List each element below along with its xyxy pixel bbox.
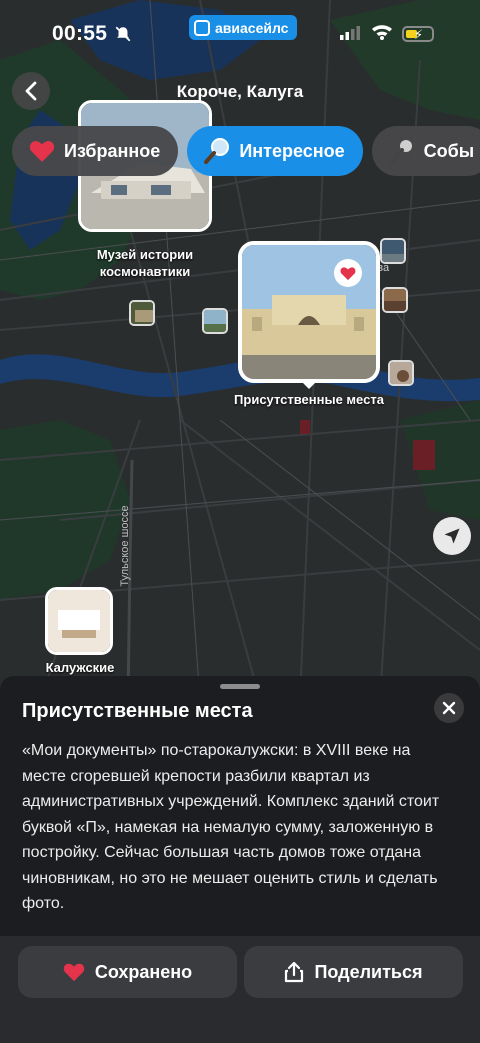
locate-button[interactable]	[433, 517, 471, 555]
heart-icon	[63, 963, 85, 982]
bell-muted-icon	[115, 26, 131, 42]
mini-marker[interactable]	[388, 360, 414, 386]
map[interactable]: Тульское шоссе за Музей истории космонав…	[0, 0, 480, 700]
chip-favorites[interactable]: Избранное	[12, 126, 179, 176]
chip-label: Интересное	[239, 140, 345, 161]
close-icon	[442, 701, 456, 715]
share-label: Поделиться	[314, 961, 423, 982]
close-button[interactable]	[434, 693, 464, 723]
chip-interesting[interactable]: Интересное	[187, 126, 363, 176]
mini-marker[interactable]	[380, 238, 406, 264]
share-button[interactable]: Поделиться	[244, 946, 463, 998]
page-title: Короче, Калуга	[176, 82, 304, 101]
selected-place-marker[interactable]: Присутственные места	[234, 241, 384, 407]
chip-label: Собы	[423, 140, 475, 161]
app-badge[interactable]: авиасейлс	[189, 15, 298, 40]
kaluga-marker[interactable]: Калужские	[45, 587, 114, 675]
aviasales-logo-icon	[194, 19, 210, 36]
road-label: Тульское шоссе	[119, 505, 131, 587]
status-time: 00:55	[52, 22, 108, 45]
mini-marker[interactable]	[129, 300, 155, 326]
saved-label: Сохранено	[94, 961, 193, 982]
mini-marker[interactable]	[382, 287, 408, 313]
place-title: Присутственные места	[22, 700, 253, 722]
heart-icon	[28, 137, 56, 165]
favorite-heart-icon[interactable]	[334, 259, 362, 287]
sheet-grabber[interactable]	[220, 684, 260, 689]
wifi-icon	[372, 25, 392, 40]
place-description: «Мои документы» по-старокалужски: в XVII…	[22, 742, 440, 912]
battery-icon: ⚡	[402, 26, 434, 42]
microphone-icon	[388, 137, 416, 165]
status-bar: 00:55 авиасейлс ⚡	[0, 0, 480, 64]
cellular-signal-icon	[340, 26, 360, 40]
chip-events[interactable]: Собы	[371, 126, 480, 176]
place-sheet: Присутственные места «Мои документы» по-…	[0, 676, 480, 936]
mini-marker[interactable]	[202, 308, 228, 334]
share-icon	[285, 961, 304, 983]
kaluga-photo	[45, 587, 113, 655]
selected-place-photo	[238, 241, 380, 383]
kaluga-label: Калужские	[45, 660, 115, 675]
chip-label: Избранное	[64, 140, 161, 161]
saved-button[interactable]: Сохранено	[18, 946, 237, 998]
magnifier-icon	[203, 137, 231, 165]
selected-place-label: Присутственные места	[234, 392, 384, 407]
museum-label: Музей истории космонавтики	[96, 247, 194, 279]
app-badge-label: авиасейлс	[215, 19, 289, 36]
category-chips: Избранное Интересное Собы	[12, 126, 480, 176]
navigation-arrow-icon	[444, 528, 460, 544]
action-bar: Сохранено Поделиться	[0, 936, 480, 1043]
